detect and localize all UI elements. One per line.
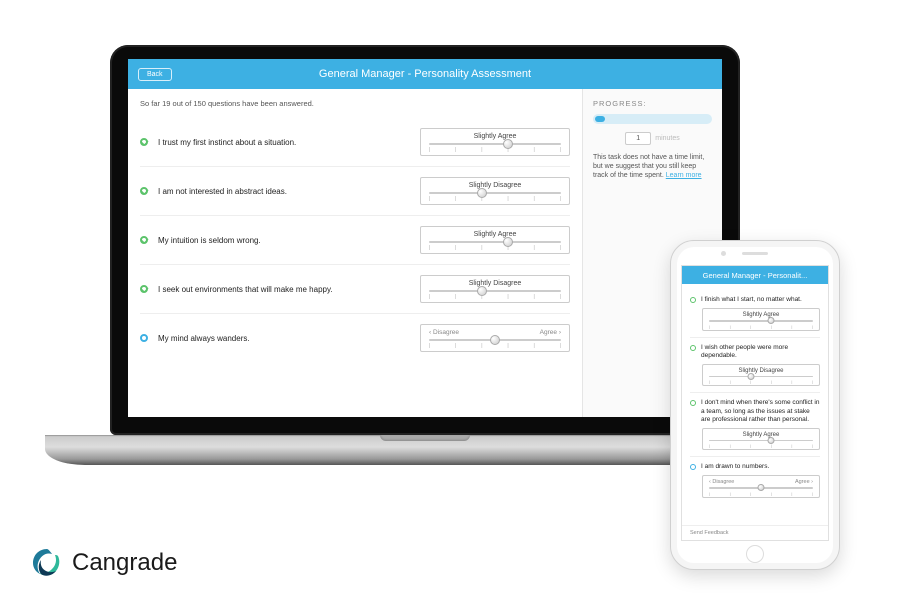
progress-bar-fill: [595, 116, 605, 122]
time-unit: minutes: [655, 135, 680, 142]
phone-screen: General Manager - Personalit... I finish…: [681, 265, 829, 541]
send-feedback-link[interactable]: Send Feedback: [682, 525, 828, 540]
answer-slider[interactable]: ‹ Disagree Agree › ||||||: [420, 324, 570, 352]
question-row: I am not interested in abstract ideas. S…: [140, 167, 570, 216]
check-icon: [140, 236, 148, 244]
question-row: My mind always wanders. ‹ Disagree Agree…: [140, 314, 570, 362]
disagree-label[interactable]: ‹ Disagree: [709, 479, 734, 485]
progress-text: So far 19 out of 150 questions have been…: [140, 99, 570, 108]
answer-slider[interactable]: Slightly Agree ||||||: [420, 128, 570, 156]
check-icon: [690, 400, 696, 406]
slider-value-label: Slightly Agree: [709, 432, 813, 438]
question-text: I am not interested in abstract ideas.: [158, 187, 410, 196]
learn-more-link[interactable]: Learn more: [666, 172, 702, 179]
slider-thumb[interactable]: [758, 484, 765, 491]
slider-ticks: ||||||: [429, 294, 561, 300]
question-text: I wish other people were more dependable…: [701, 344, 820, 360]
slider-value-label: Slightly Agree: [429, 231, 561, 238]
disagree-label[interactable]: ‹ Disagree: [429, 329, 459, 336]
check-icon: [140, 138, 148, 146]
slider-thumb[interactable]: [490, 335, 500, 345]
slider-thumb[interactable]: [768, 317, 775, 324]
time-note: This task does not have a time limit, bu…: [593, 153, 712, 180]
question-row: I am drawn to numbers. ‹ Disagree Agree …: [690, 457, 820, 504]
slider-track[interactable]: [429, 339, 561, 341]
page-title: General Manager - Personality Assessment: [128, 68, 722, 80]
brand-name: Cangrade: [72, 549, 177, 577]
answer-slider[interactable]: Slightly Disagree ||||||: [702, 364, 820, 387]
phone-device: General Manager - Personalit... I finish…: [670, 240, 840, 570]
phone-camera: [721, 251, 726, 256]
question-row: I wish other people were more dependable…: [690, 338, 820, 394]
progress-heading: PROGRESS:: [593, 99, 712, 108]
brand-logo: Cangrade: [30, 546, 177, 580]
slider-thumb[interactable]: [477, 286, 487, 296]
answer-slider[interactable]: Slightly Agree ||||||: [702, 308, 820, 331]
agree-label[interactable]: Agree ›: [795, 479, 813, 485]
check-icon: [140, 285, 148, 293]
time-value: 1: [625, 132, 651, 145]
slider-thumb[interactable]: [768, 437, 775, 444]
question-text: I trust my first instinct about a situat…: [158, 138, 410, 147]
slider-value-label: Slightly Disagree: [429, 280, 561, 287]
laptop-bezel: Back General Manager - Personality Asses…: [110, 45, 740, 435]
slider-ticks: ||||||: [429, 245, 561, 251]
slider-track[interactable]: [429, 192, 561, 194]
answer-slider[interactable]: Slightly Agree ||||||: [702, 428, 820, 451]
slider-thumb[interactable]: [503, 139, 513, 149]
slider-thumb[interactable]: [503, 237, 513, 247]
phone-page-title: General Manager - Personalit...: [682, 266, 828, 284]
phone-speaker: [742, 252, 768, 255]
slider-ticks: ||||||: [429, 147, 561, 153]
question-text: I finish what I start, no matter what.: [701, 296, 802, 304]
phone-questions-panel: I finish what I start, no matter what. S…: [682, 284, 828, 525]
answer-slider[interactable]: Slightly Disagree ||||||: [420, 177, 570, 205]
app-header: Back General Manager - Personality Asses…: [128, 59, 722, 89]
check-icon: [140, 187, 148, 195]
question-row: I trust my first instinct about a situat…: [140, 118, 570, 167]
question-row: I seek out environments that will make m…: [140, 265, 570, 314]
slider-track[interactable]: [429, 143, 561, 145]
question-text: I seek out environments that will make m…: [158, 285, 410, 294]
question-text: I am drawn to numbers.: [701, 463, 769, 471]
laptop-screen: Back General Manager - Personality Asses…: [128, 59, 722, 417]
answer-slider[interactable]: Slightly Disagree ||||||: [420, 275, 570, 303]
slider-thumb[interactable]: [747, 373, 754, 380]
check-icon: [690, 297, 696, 303]
slider-thumb[interactable]: [477, 188, 487, 198]
slider-track[interactable]: [429, 241, 561, 243]
question-row: My intuition is seldom wrong. Slightly A…: [140, 216, 570, 265]
laptop-notch: [380, 435, 470, 441]
question-text: My intuition is seldom wrong.: [158, 236, 410, 245]
slider-track[interactable]: [429, 290, 561, 292]
time-spent: 1 minutes: [593, 132, 712, 145]
progress-bar: [593, 114, 712, 124]
phone-home-button[interactable]: [746, 545, 764, 563]
question-row: I don't mind when there's some conflict …: [690, 393, 820, 457]
active-marker-icon: [140, 334, 148, 342]
answer-slider[interactable]: ‹ Disagree Agree › ||||||: [702, 475, 820, 498]
slider-value-label: Slightly Disagree: [709, 368, 813, 374]
question-text: My mind always wanders.: [158, 334, 410, 343]
laptop-device: Back General Manager - Personality Asses…: [110, 45, 740, 475]
question-row: I finish what I start, no matter what. S…: [690, 290, 820, 338]
slider-value-label: Slightly Agree: [709, 312, 813, 318]
slider-ticks: ||||||: [429, 196, 561, 202]
slider-value-label: Slightly Agree: [429, 133, 561, 140]
agree-label[interactable]: Agree ›: [540, 329, 561, 336]
questions-panel: So far 19 out of 150 questions have been…: [128, 89, 582, 417]
answer-slider[interactable]: Slightly Agree ||||||: [420, 226, 570, 254]
active-marker-icon: [690, 464, 696, 470]
cangrade-logo-icon: [30, 546, 64, 580]
app-body: So far 19 out of 150 questions have been…: [128, 89, 722, 417]
back-button[interactable]: Back: [138, 68, 172, 81]
question-text: I don't mind when there's some conflict …: [701, 399, 820, 423]
check-icon: [690, 345, 696, 351]
slider-value-label: Slightly Disagree: [429, 182, 561, 189]
